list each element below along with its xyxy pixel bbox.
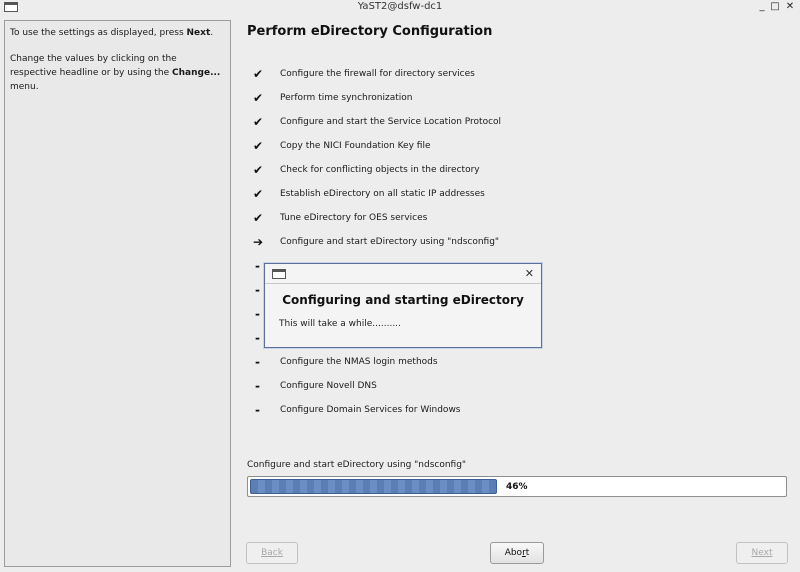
step-label: Copy the NICI Foundation Key file — [280, 141, 431, 151]
step-label: Establish eDirectory on all static IP ad… — [280, 189, 485, 199]
checkmark-icon: ✔ — [253, 67, 264, 81]
maximize-icon[interactable]: □ — [769, 0, 781, 13]
back-button[interactable]: Back — [246, 542, 298, 564]
help-text: . — [210, 28, 214, 38]
step-item: - Configure Novell DNS — [253, 374, 501, 398]
abort-label-part: t — [525, 548, 530, 558]
minimize-icon[interactable]: _ — [756, 0, 768, 13]
back-button-label: Back — [261, 548, 283, 558]
step-item: ✔ Check for conflicting objects in the di… — [253, 158, 501, 182]
dialog-close-icon[interactable]: ✕ — [525, 267, 534, 280]
step-item: ➔ Configure and start eDirectory using "n… — [253, 230, 501, 254]
help-text-next: To use the settings as displayed, press … — [10, 26, 225, 40]
abort-button[interactable]: Abort — [490, 542, 544, 564]
step-item: - Configure Domain Services for Windows — [253, 398, 501, 422]
dialog-heading: Configuring and starting eDirectory — [282, 293, 524, 307]
step-item: - Configure the NMAS login methods — [253, 350, 501, 374]
dialog-titlebar: ✕ — [265, 264, 541, 284]
step-label: Configure the NMAS login methods — [280, 357, 438, 367]
checkmark-icon: ✔ — [253, 91, 264, 105]
progress-bar: 46% — [247, 476, 787, 497]
help-bold-change: Change... — [172, 68, 221, 78]
progress-percent: 46% — [506, 482, 528, 492]
step-label: Configure Domain Services for Windows — [280, 405, 461, 415]
pending-dash-icon: - — [255, 379, 260, 393]
step-label: Perform time synchronization — [280, 93, 413, 103]
step-item: ✔ Configure the firewall for directory se… — [253, 62, 501, 86]
checkmark-icon: ✔ — [253, 211, 264, 225]
pending-dash-icon: - — [255, 403, 260, 417]
progress-dialog: ✕ Configuring and starting eDirectory Th… — [264, 263, 542, 348]
help-text-change: Change the values by clicking on the res… — [10, 52, 225, 94]
step-label: Configure and start eDirectory using "nd… — [280, 237, 500, 247]
dialog-message: This will take a while.......... — [279, 319, 401, 329]
step-label: Configure Novell DNS — [280, 381, 377, 391]
checkmark-icon: ✔ — [253, 139, 264, 153]
page-title: Perform eDirectory Configuration — [247, 24, 493, 39]
step-item: ✔ Tune eDirectory for OES services — [253, 206, 501, 230]
step-label: Configure the firewall for directory ser… — [280, 69, 475, 79]
step-label: Tune eDirectory for OES services — [280, 213, 428, 223]
progress-label: Configure and start eDirectory using "nd… — [247, 460, 467, 470]
step-label: Configure and start the Service Location… — [280, 117, 502, 127]
window-title: YaST2@dsfw-dc1 — [357, 1, 443, 12]
close-icon[interactable]: ✕ — [784, 0, 796, 13]
window-titlebar: YaST2@dsfw-dc1 _ □ ✕ — [0, 0, 800, 14]
help-bold-next: Next — [186, 28, 211, 38]
step-item: ✔ Establish eDirectory on all static IP a… — [253, 182, 501, 206]
progress-fill — [250, 479, 497, 494]
help-text: To use the settings as displayed, press — [10, 28, 187, 38]
next-button-label: Next — [751, 548, 773, 558]
help-text: Change the values by clicking on the res… — [10, 54, 177, 78]
step-item: ✔ Perform time synchronization — [253, 86, 501, 110]
abort-label-part: Abo — [504, 548, 523, 558]
help-panel: To use the settings as displayed, press … — [4, 20, 231, 567]
help-text: menu. — [10, 82, 39, 92]
checkmark-icon: ✔ — [253, 115, 264, 129]
step-item: ✔ Copy the NICI Foundation Key file — [253, 134, 501, 158]
checkmark-icon: ✔ — [253, 163, 264, 177]
arrow-right-icon: ➔ — [253, 235, 264, 249]
checkmark-icon: ✔ — [253, 187, 264, 201]
step-item: ✔ Configure and start the Service Locatio… — [253, 110, 501, 134]
next-button[interactable]: Next — [736, 542, 788, 564]
step-label: Check for conflicting objects in the dir… — [280, 165, 480, 175]
pending-dash-icon: - — [255, 355, 260, 369]
dialog-window-icon — [272, 269, 286, 279]
step-list: ✔ Configure the firewall for directory se… — [253, 62, 501, 422]
